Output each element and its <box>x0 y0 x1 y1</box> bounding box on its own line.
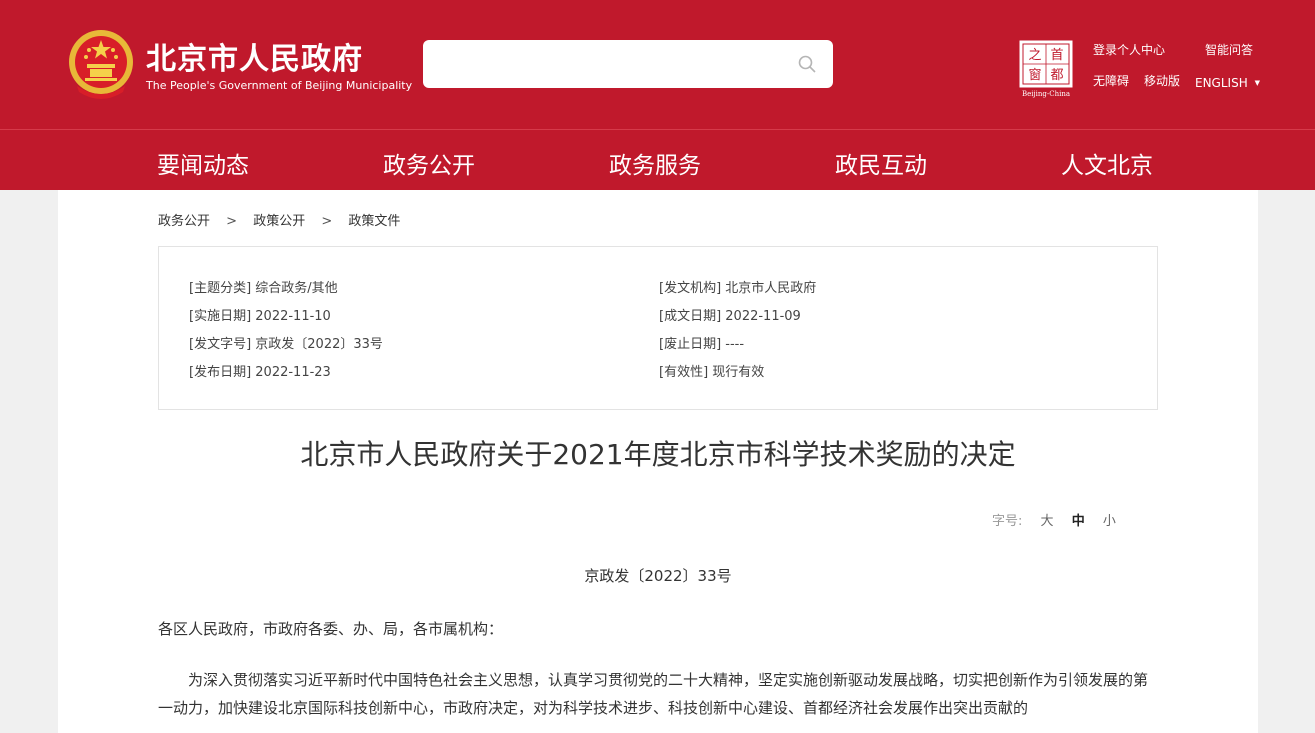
meta-expiry-date: [废止日期] ---- <box>659 337 745 352</box>
search-input[interactable] <box>435 50 785 78</box>
accessibility-link[interactable]: 无障碍 <box>1093 72 1129 89</box>
meta-topic: [主题分类] 综合政务/其他 <box>189 281 338 296</box>
breadcrumb-separator: > <box>321 214 333 229</box>
site-subtitle: The People's Government of Beijing Munic… <box>146 79 413 92</box>
breadcrumb-item-policy[interactable]: 政策公开 <box>253 214 305 229</box>
nav-item-interaction[interactable]: 政民互动 <box>835 146 927 180</box>
meta-doc-no: [发文字号] 京政发〔2022〕33号 <box>189 337 383 352</box>
document-meta-box: [主题分类] 综合政务/其他 [发文机构] 北京市人民政府 [实施日期] 202… <box>158 246 1158 410</box>
document-title: 北京市人民政府关于2021年度北京市科学技术奖励的决定 <box>300 438 1016 471</box>
search-icon[interactable] <box>797 54 817 74</box>
chevron-down-icon: ▼ <box>1254 79 1260 87</box>
english-label: ENGLISH <box>1195 76 1248 90</box>
main-content: 政务公开 > 政策公开 > 政策文件 [主题分类] 综合政务/其他 [发文机构]… <box>58 190 1258 733</box>
logo-char-3: 之 <box>1028 48 1041 63</box>
font-size-large-button[interactable]: 大 <box>1041 514 1054 529</box>
meta-publish-date: [发布日期] 2022-11-23 <box>189 365 331 380</box>
search-box <box>423 40 833 88</box>
nav-item-culture[interactable]: 人文北京 <box>1061 146 1153 180</box>
logo-caption: Beijing-China <box>1022 90 1070 98</box>
font-size-small-button[interactable]: 小 <box>1103 514 1116 529</box>
site-title[interactable]: 北京市人民政府 <box>146 34 363 78</box>
breadcrumb-item-policy-docs[interactable]: 政策文件 <box>348 214 400 229</box>
document-paragraph: 为深入贯彻落实习近平新时代中国特色社会主义思想，认真学习贯彻党的二十大精神，坚定… <box>158 671 1149 717</box>
meta-validity: [有效性] 现行有效 <box>659 365 765 380</box>
english-link[interactable]: ENGLISH ▼ <box>1195 76 1260 90</box>
font-size-medium-button[interactable]: 中 <box>1072 514 1085 529</box>
breadcrumb-item-gov-affairs[interactable]: 政务公开 <box>158 214 210 229</box>
meta-issuer: [发文机构] 北京市人民政府 <box>659 281 817 296</box>
smart-qa-link[interactable]: 智能问答 <box>1205 41 1253 58</box>
logo-char-1: 首 <box>1050 48 1063 63</box>
nav-item-gov-services[interactable]: 政务服务 <box>609 146 701 180</box>
breadcrumb: 政务公开 > 政策公开 > 政策文件 <box>158 210 400 229</box>
nav-item-news[interactable]: 要闻动态 <box>157 146 249 180</box>
breadcrumb-separator: > <box>226 214 238 229</box>
national-emblem-icon[interactable] <box>67 28 135 100</box>
nav-item-gov-affairs[interactable]: 政务公开 <box>383 146 475 180</box>
main-nav: 要闻动态 政务公开 政务服务 政民互动 人文北京 <box>0 129 1315 190</box>
document-recipients: 各区人民政府，市政府各委、办、局，各市属机构： <box>158 620 504 638</box>
logo-char-2: 都 <box>1050 68 1063 83</box>
capital-window-logo-icon[interactable]: 首 都 之 窗 Beijing-China <box>1019 40 1073 98</box>
font-size-control: 字号: 大 中 小 <box>992 510 1116 529</box>
font-size-label: 字号: <box>992 514 1023 529</box>
meta-effective-date: [实施日期] 2022-11-10 <box>189 309 331 324</box>
login-link[interactable]: 登录个人中心 <box>1093 41 1165 58</box>
logo-char-4: 窗 <box>1028 67 1041 83</box>
meta-written-date: [成文日期] 2022-11-09 <box>659 309 801 324</box>
document-number: 京政发〔2022〕33号 <box>584 567 732 585</box>
site-header: 北京市人民政府 The People's Government of Beiji… <box>0 0 1315 129</box>
mobile-link[interactable]: 移动版 <box>1144 72 1180 89</box>
